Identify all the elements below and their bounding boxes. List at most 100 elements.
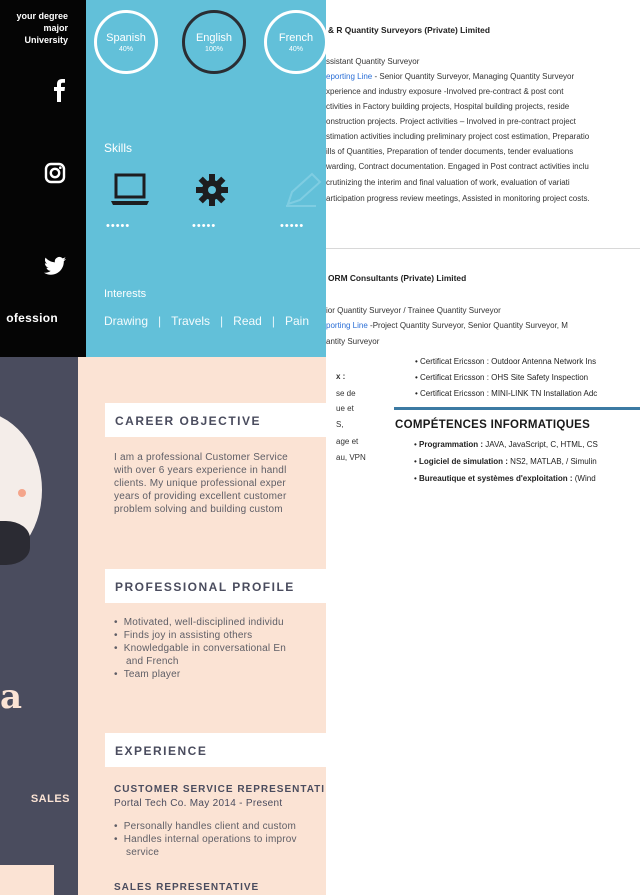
competence-value: (Wind — [572, 474, 596, 483]
list-item: Personally handles client and custom — [114, 820, 297, 833]
list-item: Motivated, well-disciplined individu — [114, 616, 286, 629]
competences-heading: COMPÉTENCES INFORMATIQUES — [395, 419, 591, 431]
competence-item: • Programmation : JAVA, JavaScript, C, H… — [414, 440, 598, 449]
interest-item: Read — [233, 314, 262, 328]
competence-item: • Logiciel de simulation : NS2, MATLAB, … — [414, 457, 597, 466]
certificate-item: • Certificat Ericsson : MINI-LINK TN Ins… — [415, 389, 598, 398]
language-level: 100% — [205, 46, 223, 53]
description-line: crutinizing the interim and final valuat… — [326, 178, 570, 187]
interest-item: Drawing — [104, 314, 149, 328]
university-text: University — [24, 35, 68, 45]
certificate-item: • Certificat Ericsson : OHS Site Safety … — [415, 373, 589, 382]
black-sidebar-panel: your degree major University ofession — [0, 0, 86, 357]
list-item: service — [126, 847, 160, 858]
section-bar — [394, 407, 640, 410]
interests-heading: Interests — [104, 288, 147, 300]
reporting-text: -Project Quantity Surveyor, Senior Quant… — [367, 321, 568, 330]
language-level: 40% — [288, 46, 303, 53]
name-initial: a — [0, 677, 23, 717]
career-objective-heading: CAREER OBJECTIVE — [115, 414, 262, 428]
skill-rating-dots: ••••• — [280, 220, 305, 232]
description-line: antity Surveyor — [326, 337, 380, 346]
text-line: problem solving and building custom — [114, 504, 283, 515]
gear-icon — [190, 170, 234, 210]
competence-label: Logiciel de simulation : — [419, 457, 508, 466]
list-item: Team player — [114, 668, 286, 681]
text-fragment: S, — [336, 420, 344, 429]
job-title: CUSTOMER SERVICE REPRESENTATI — [114, 784, 326, 795]
description-line: articipation progress review meetings, A… — [326, 194, 590, 203]
company-name: & R Quantity Surveyors (Private) Limited — [328, 25, 490, 35]
photo-detail — [18, 489, 26, 497]
job-title: ssistant Quantity Surveyor — [326, 57, 420, 66]
language-english: English 100% — [182, 10, 246, 74]
reporting-label: eporting Line — [326, 72, 373, 81]
career-objective-text: I am a professional Customer Service wit… — [114, 451, 288, 516]
french-resume-panel: • Certificat Ericsson : Outdoor Antenna … — [312, 357, 640, 895]
text-fragment: se de — [336, 389, 356, 398]
text-line: clients. My unique professional exper — [114, 478, 286, 489]
text-fragment: ue et — [336, 404, 354, 413]
company-name: ORM Consultants (Private) Limited — [328, 273, 467, 283]
competence-value: NS2, MATLAB, / Simulin — [507, 457, 597, 466]
description-line: onstruction projects. Project activities… — [326, 117, 576, 126]
skill-rating-dots: ••••• — [192, 220, 217, 232]
section-header: EXPERIENCE — [105, 733, 326, 767]
professional-profile-heading: PROFESSIONAL PROFILE — [115, 580, 295, 594]
interest-item: Travels — [171, 314, 211, 328]
language-level: 40% — [118, 46, 133, 53]
text-fragment: au, VPN — [336, 453, 366, 462]
photo-detail — [0, 521, 30, 565]
language-name: French — [278, 32, 314, 44]
section-header: CAREER OBJECTIVE — [105, 403, 326, 437]
text-line: I am a professional Customer Service — [114, 452, 288, 463]
list-item: Knowledgable in conversational En — [114, 642, 286, 655]
reporting-label: porting Line — [326, 321, 368, 330]
job-company: Portal Tech Co. May 2014 - Present — [114, 798, 283, 809]
text-line: years of providing excellent customer — [114, 491, 287, 502]
description-line: ctivities in Factory building projects, … — [326, 102, 570, 111]
quantity-surveyor-panel: & R Quantity Surveyors (Private) Limited… — [326, 0, 640, 357]
twitter-icon[interactable] — [0, 256, 86, 286]
language-name: Spanish — [106, 32, 146, 44]
role-label: SALES — [30, 793, 70, 805]
competence-value: JAVA, JavaScript, C, HTML, CS — [483, 440, 598, 449]
experience-heading: EXPERIENCE — [115, 744, 208, 758]
job-duties-list: Personally handles client and custom Han… — [114, 820, 297, 859]
job-title: ior Quantity Surveyor / Trainee Quantity… — [326, 306, 501, 315]
profile-list: Motivated, well-disciplined individu Fin… — [114, 616, 286, 681]
interest-item: Pain — [284, 314, 310, 328]
degree-text: your degree major — [16, 11, 68, 33]
profile-photo — [0, 411, 42, 569]
text-line: with over 6 years experience in handl — [114, 465, 287, 476]
reporting-text: - Senior Quantity Surveyor, Managing Qua… — [372, 72, 575, 81]
education-block: your degree major University — [0, 10, 86, 46]
pen-icon — [282, 170, 326, 210]
facebook-icon[interactable] — [0, 78, 86, 108]
sidebar-box — [0, 865, 54, 895]
laptop-icon — [108, 170, 152, 210]
description-line: ills of Quantities, Preparation of tende… — [326, 147, 574, 156]
profession-text: ofession — [6, 311, 58, 325]
instagram-icon[interactable] — [0, 162, 86, 192]
skill-rating-dots: ••••• — [106, 220, 131, 232]
customer-service-panel: a SALES CAREER OBJECTIVE I am a professi… — [0, 357, 326, 895]
section-divider — [326, 248, 640, 249]
list-item: Handles internal operations to improv — [114, 833, 297, 846]
reporting-line: eporting Line - Senior Quantity Surveyor… — [326, 72, 574, 81]
reporting-line: porting Line -Project Quantity Surveyor,… — [326, 321, 568, 330]
skills-heading: Skills — [104, 141, 133, 155]
text-fragment: age et — [336, 437, 359, 446]
blue-resume-panel: Spanish 40% English 100% French 40% Skil… — [86, 0, 326, 357]
language-french: French 40% — [264, 10, 326, 74]
list-item: Finds joy in assisting others — [114, 629, 286, 642]
section-header: PROFESSIONAL PROFILE — [105, 569, 326, 603]
description-line: stimation activities including prelimina… — [326, 132, 590, 141]
certificate-item: • Certificat Ericsson : Outdoor Antenna … — [415, 357, 597, 366]
competence-label: Programmation : — [419, 440, 484, 449]
job-title: SALES REPRESENTATIVE — [114, 882, 260, 893]
language-name: English — [195, 32, 233, 44]
description-line: xperience and industry exposure -Involve… — [326, 87, 564, 96]
language-spanish: Spanish 40% — [94, 10, 158, 74]
cs-sidebar: a SALES — [0, 357, 78, 895]
